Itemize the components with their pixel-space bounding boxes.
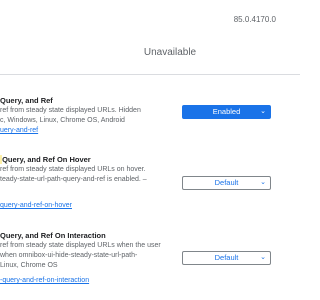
description-line: ref from steady state displayed URLs. Hi… <box>0 107 141 114</box>
experiment-select[interactable]: Enabled ⌄ <box>182 105 271 119</box>
chevron-down-icon: ⌄ <box>260 108 266 115</box>
experiment-description: ref from steady state displayed URLs whe… <box>0 241 165 271</box>
experiment-select[interactable]: Default ⌄ <box>182 176 271 190</box>
description-line: when omnibox-ui-hide-steady-state-url-pa… <box>0 252 138 259</box>
select-value: Default <box>214 253 239 262</box>
version-label: 85.0.4170.0 <box>233 15 276 24</box>
tab-bar: Unavailable <box>0 36 300 75</box>
experiment-link[interactable]: query-and-ref-on-hover <box>0 202 72 209</box>
description-line: ref from steady state displayed URLs on … <box>0 166 146 173</box>
experiment-title: Query, and Ref <box>0 96 53 105</box>
select-value: Default <box>214 178 239 187</box>
experiment-description: ref from steady state displayed URLs. Hi… <box>0 106 165 126</box>
experiment-link[interactable]: -query-and-ref-on-interaction <box>0 277 89 284</box>
description-line: c, Windows, Linux, Chrome OS, Android <box>0 117 125 124</box>
experiment-title: Query, and Ref On Interaction <box>0 231 106 240</box>
chevron-down-icon: ⌄ <box>260 254 266 261</box>
experiment-title: Query, and Ref On Hover <box>0 155 91 164</box>
chevron-down-icon: ⌄ <box>260 179 266 186</box>
tab-unavailable[interactable]: Unavailable <box>120 36 220 74</box>
description-line: teady-state-url-path-query-and-ref is en… <box>0 176 147 183</box>
description-line: ref from steady state displayed URLs whe… <box>0 242 161 249</box>
experiment-description: ref from steady state displayed URLs on … <box>0 165 165 185</box>
experiment-select[interactable]: Default ⌄ <box>182 251 271 265</box>
experiment-title-text: Query, and Ref On Hover <box>2 155 91 164</box>
select-value: Enabled <box>212 107 241 116</box>
description-line: Linux, Chrome OS <box>0 262 58 269</box>
experiment-link[interactable]: uery-and-ref <box>0 127 38 134</box>
